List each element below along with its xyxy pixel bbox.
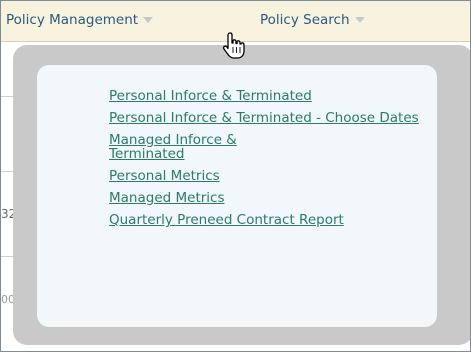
- dropdown-list: Personal Inforce & Terminated Personal I…: [109, 89, 429, 235]
- menu-policy-management[interactable]: Policy Management: [6, 1, 154, 41]
- hand-pointer-icon: [222, 32, 245, 59]
- menu-label: Policy Management: [6, 12, 139, 28]
- caret-down-icon: [143, 17, 154, 23]
- menu-item-quarterly-preneed-contract-report[interactable]: Quarterly Preneed Contract Report: [109, 213, 389, 227]
- menu-item-managed-metrics[interactable]: Managed Metrics: [109, 191, 429, 205]
- menu-item-personal-metrics[interactable]: Personal Metrics: [109, 169, 429, 183]
- app-window: 32 002 Ch Policy Management Policy Searc…: [0, 0, 471, 352]
- caret-down-icon: [354, 17, 365, 23]
- dropdown-menu: Personal Inforce & Terminated Personal I…: [37, 65, 437, 327]
- menu-item-personal-inforce-terminated-choose-dates[interactable]: Personal Inforce & Terminated - Choose D…: [109, 111, 429, 125]
- menu-label: Policy Search: [260, 12, 350, 28]
- menu-item-managed-inforce-terminated[interactable]: Managed Inforce & Terminated: [109, 133, 259, 161]
- menu-policy-search[interactable]: Policy Search: [260, 1, 365, 41]
- menu-item-personal-inforce-terminated[interactable]: Personal Inforce & Terminated: [109, 89, 429, 103]
